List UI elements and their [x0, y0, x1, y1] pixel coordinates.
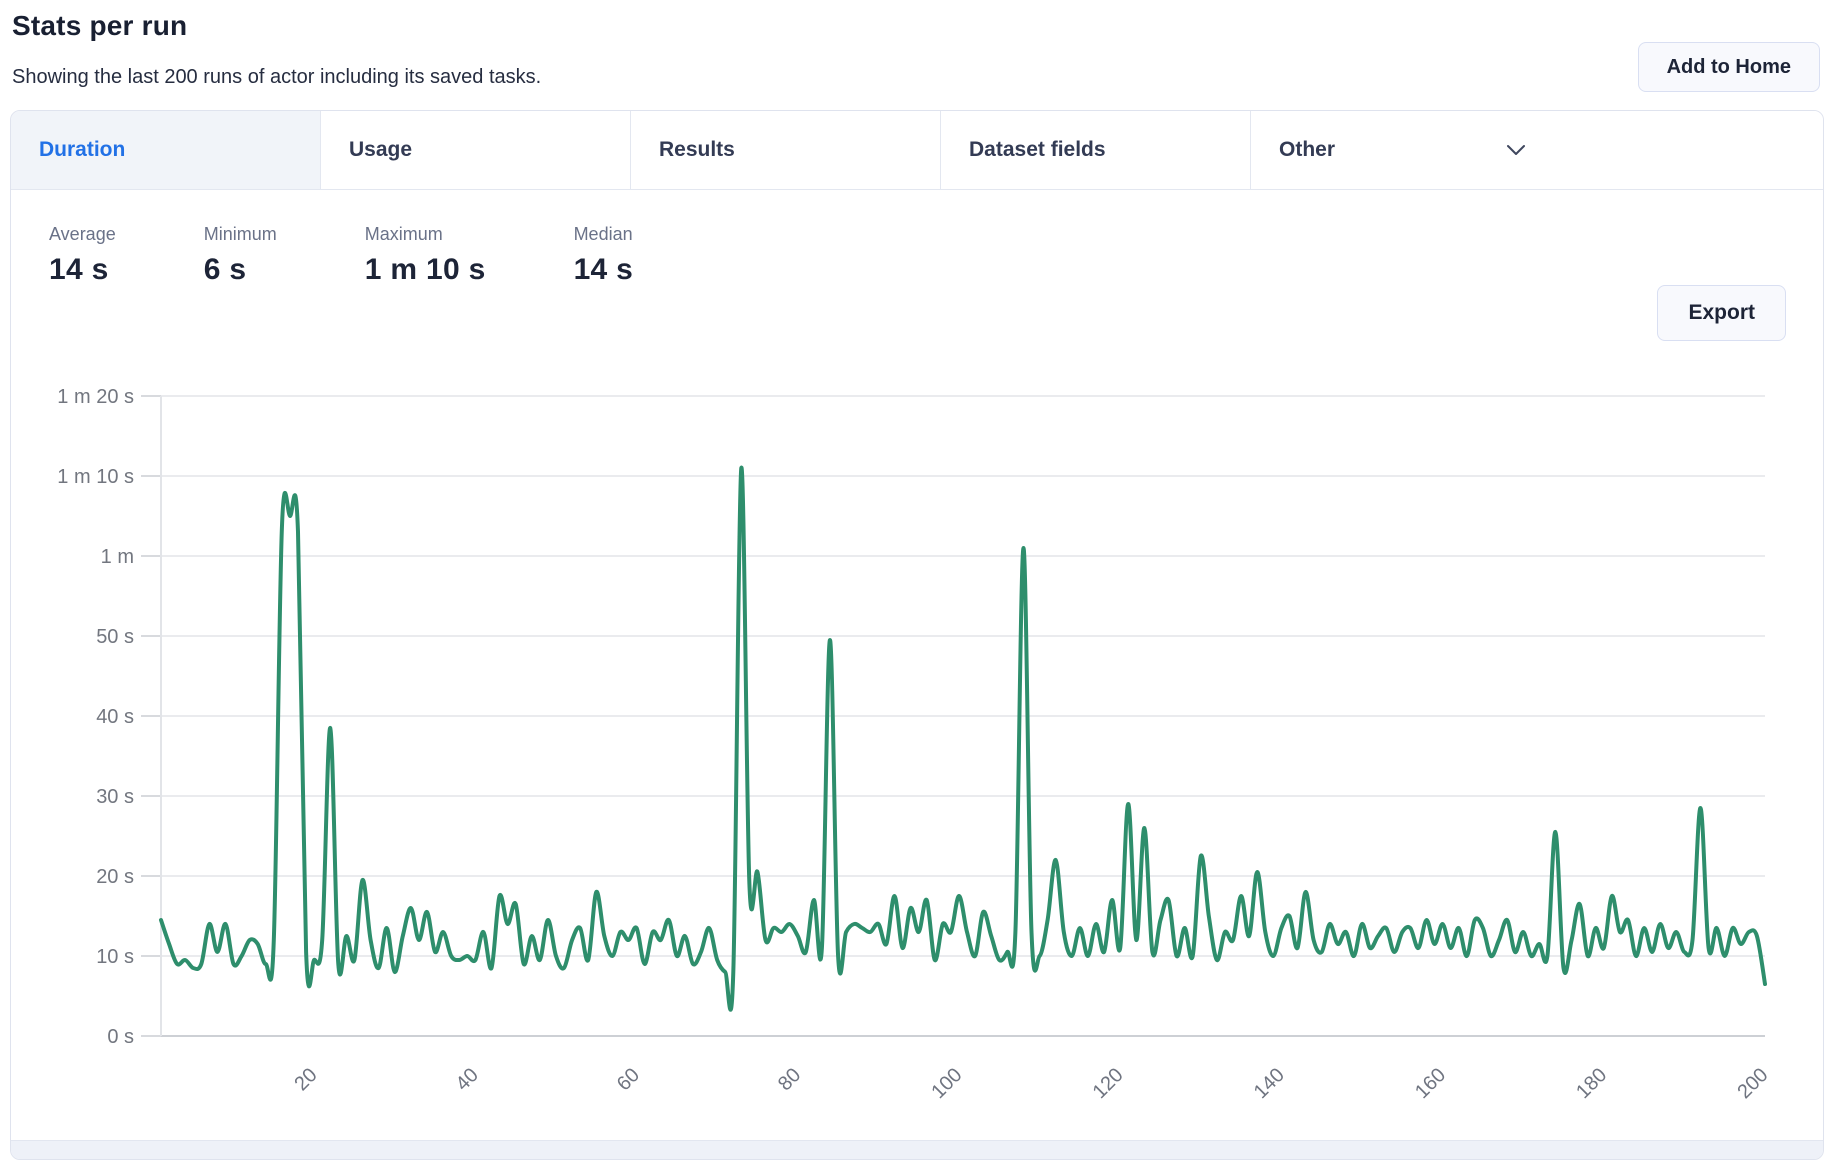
svg-text:40 s: 40 s	[96, 706, 134, 728]
stat-median: Median 14 s	[574, 224, 634, 287]
svg-text:1 m: 1 m	[101, 546, 134, 568]
stat-maximum-label: Maximum	[365, 224, 486, 245]
tab-dataset-fields-label: Dataset fields	[969, 138, 1106, 162]
svg-text:140: 140	[1250, 1064, 1289, 1103]
tab-duration[interactable]: Duration	[11, 111, 321, 189]
stat-median-value: 14 s	[574, 253, 634, 287]
svg-text:100: 100	[927, 1064, 966, 1103]
svg-text:0 s: 0 s	[107, 1026, 134, 1048]
svg-text:180: 180	[1572, 1064, 1611, 1103]
tab-usage[interactable]: Usage	[321, 111, 631, 189]
svg-text:40: 40	[452, 1064, 483, 1095]
stat-average-value: 14 s	[49, 253, 116, 287]
tab-other[interactable]: Other	[1251, 111, 1823, 189]
svg-text:120: 120	[1089, 1064, 1128, 1103]
stat-average-label: Average	[49, 224, 116, 245]
svg-text:60: 60	[613, 1064, 644, 1095]
page-title: Stats per run	[12, 10, 187, 42]
page-subtitle: Showing the last 200 runs of actor inclu…	[12, 66, 541, 89]
svg-text:30 s: 30 s	[96, 786, 134, 808]
svg-text:50 s: 50 s	[96, 626, 134, 648]
svg-text:10 s: 10 s	[96, 946, 134, 968]
chevron-down-icon[interactable]	[1503, 137, 1529, 163]
stat-average: Average 14 s	[49, 224, 116, 287]
tab-dataset-fields[interactable]: Dataset fields	[941, 111, 1251, 189]
tab-results-label: Results	[659, 138, 735, 162]
export-button[interactable]: Export	[1657, 285, 1786, 341]
panel-footer	[11, 1140, 1823, 1159]
svg-text:200: 200	[1733, 1064, 1772, 1103]
svg-text:1 m 20 s: 1 m 20 s	[57, 386, 134, 408]
duration-line-chart: 0 s 10 s 20 s 30 s 40 s 50 s 1 m 1 m 10 s 1 m 20…	[11, 341, 1823, 1131]
tab-usage-label: Usage	[349, 138, 412, 162]
svg-text:160: 160	[1411, 1064, 1450, 1103]
stat-maximum-value: 1 m 10 s	[365, 253, 486, 287]
svg-text:1 m 10 s: 1 m 10 s	[57, 466, 134, 488]
add-to-home-button[interactable]: Add to Home	[1638, 42, 1820, 92]
tab-duration-label: Duration	[39, 138, 125, 162]
tab-bar: Duration Usage Results Dataset fields Ot…	[11, 111, 1823, 190]
stat-minimum: Minimum 6 s	[204, 224, 277, 287]
stat-maximum: Maximum 1 m 10 s	[365, 224, 486, 287]
stat-median-label: Median	[574, 224, 634, 245]
stat-minimum-label: Minimum	[204, 224, 277, 245]
svg-text:20: 20	[290, 1064, 321, 1095]
summary-stats: Average 14 s Minimum 6 s Maximum 1 m 10 …	[11, 190, 1823, 287]
stats-panel: Duration Usage Results Dataset fields Ot…	[10, 110, 1824, 1160]
tab-other-label: Other	[1279, 138, 1335, 162]
svg-text:20 s: 20 s	[96, 866, 134, 888]
stat-minimum-value: 6 s	[204, 253, 277, 287]
tab-results[interactable]: Results	[631, 111, 941, 189]
svg-text:80: 80	[774, 1064, 805, 1095]
